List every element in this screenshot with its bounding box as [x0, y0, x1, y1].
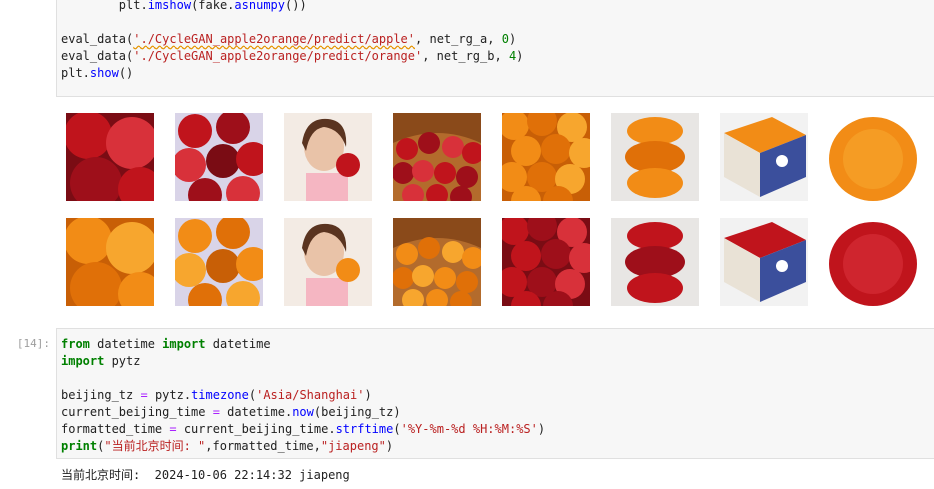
code-line: print("当前北京时间: ",formatted_time,"jiapeng… — [61, 438, 930, 455]
code-token: ,formatted_time, — [205, 439, 321, 453]
fake-images-tile — [829, 218, 917, 306]
code-token: datetime — [205, 337, 271, 351]
code-token: () — [118, 66, 134, 80]
code-token: beijing_tz — [61, 388, 141, 402]
code-line: import pytz — [61, 353, 930, 370]
code-token: datetime. — [219, 405, 293, 419]
code-token: "jiapeng" — [320, 439, 386, 453]
code-token: formatted_time — [61, 422, 170, 436]
code-token: = — [212, 405, 220, 419]
code-cell-datetime[interactable]: from datetime import datetime import pytz… — [56, 328, 934, 459]
code-token: print — [61, 439, 98, 453]
code-token: , net_rg_a, — [415, 32, 502, 46]
fake-images-tile — [502, 218, 590, 306]
real-images-tile — [393, 113, 481, 201]
code-token: from — [61, 337, 90, 351]
code-token: plt. — [61, 0, 148, 12]
cell-prompt: [14]: — [16, 337, 50, 350]
code-cell-eval[interactable]: plt.imshow(fake.asnumpy()) eval_data('./… — [56, 0, 934, 97]
code-token: ( — [393, 422, 401, 436]
fake-images-tile — [393, 218, 481, 306]
code-token: current_beijing_time — [61, 405, 213, 419]
code-token: ) — [385, 439, 394, 453]
code-line: from datetime import datetime — [61, 336, 930, 353]
code-token: 0 — [501, 32, 509, 46]
code-token: now — [292, 405, 314, 419]
code-token: eval_data( — [61, 32, 134, 46]
code-line: formatted_time = current_beijing_time.st… — [61, 421, 930, 438]
code-token: show — [89, 66, 119, 80]
fake-images-tile — [611, 218, 699, 306]
code-token: pytz — [104, 354, 141, 368]
code-editor-datetime[interactable]: from datetime import datetime import pytz… — [57, 329, 934, 455]
code-token: ) — [516, 49, 524, 63]
real-images-tile — [66, 113, 154, 201]
code-token: = — [140, 388, 148, 402]
real-images-tile — [829, 113, 917, 201]
code-token: "当前北京时间: " — [104, 439, 206, 453]
code-token: ) — [537, 422, 546, 436]
code-line: beijing_tz = pytz.timezone('Asia/Shangha… — [61, 387, 930, 404]
code-token: '%Y-%m-%d %H:%M:%S' — [400, 422, 538, 436]
code-token: timezone — [191, 388, 249, 402]
code-token: ) — [364, 388, 372, 402]
cell-output-text: 当前北京时间: 2024-10-06 22:14:32 jiapeng — [61, 468, 350, 482]
code-token: datetime — [89, 337, 163, 351]
fake-images-tile — [175, 218, 263, 306]
code-token: (fake. — [191, 0, 235, 12]
code-line: current_beijing_time = datetime.now(beij… — [61, 404, 930, 421]
code-line: plt.imshow(fake.asnumpy()) — [61, 0, 930, 14]
code-token: eval_data( — [61, 49, 134, 63]
fake-images-tile — [66, 218, 154, 306]
code-token: ) — [508, 32, 517, 46]
code-token: = — [169, 422, 177, 436]
code-token: import — [61, 354, 105, 368]
code-line: eval_data('./CycleGAN_apple2orange/predi… — [61, 31, 930, 48]
code-token: imshow — [147, 0, 192, 12]
code-token: 'Asia/Shanghai' — [256, 388, 365, 402]
code-line: eval_data('./CycleGAN_apple2orange/predi… — [61, 48, 930, 65]
code-token: pytz. — [147, 388, 192, 402]
code-editor-eval[interactable]: plt.imshow(fake.asnumpy()) eval_data('./… — [57, 0, 934, 82]
real-images-tile — [720, 113, 808, 201]
code-token: asnumpy — [234, 0, 285, 12]
real-images-tile — [175, 113, 263, 201]
code-token: './CycleGAN_apple2orange/predict/apple' — [133, 32, 416, 46]
code-token: ()) — [285, 0, 307, 12]
code-token: , net_rg_b, — [422, 49, 509, 63]
code-line: plt.show() — [61, 65, 930, 82]
code-token: current_beijing_time. — [176, 422, 336, 436]
code-token: strftime — [335, 422, 394, 436]
real-images-tile — [502, 113, 590, 201]
code-token: plt. — [61, 66, 90, 80]
real-images-tile — [284, 113, 372, 201]
code-token: (beijing_tz) — [313, 405, 401, 419]
code-token: import — [162, 337, 206, 351]
real-images-tile — [611, 113, 699, 201]
code-token: './CycleGAN_apple2orange/predict/orange' — [133, 49, 423, 63]
fake-images-tile — [284, 218, 372, 306]
fake-images-tile — [720, 218, 808, 306]
